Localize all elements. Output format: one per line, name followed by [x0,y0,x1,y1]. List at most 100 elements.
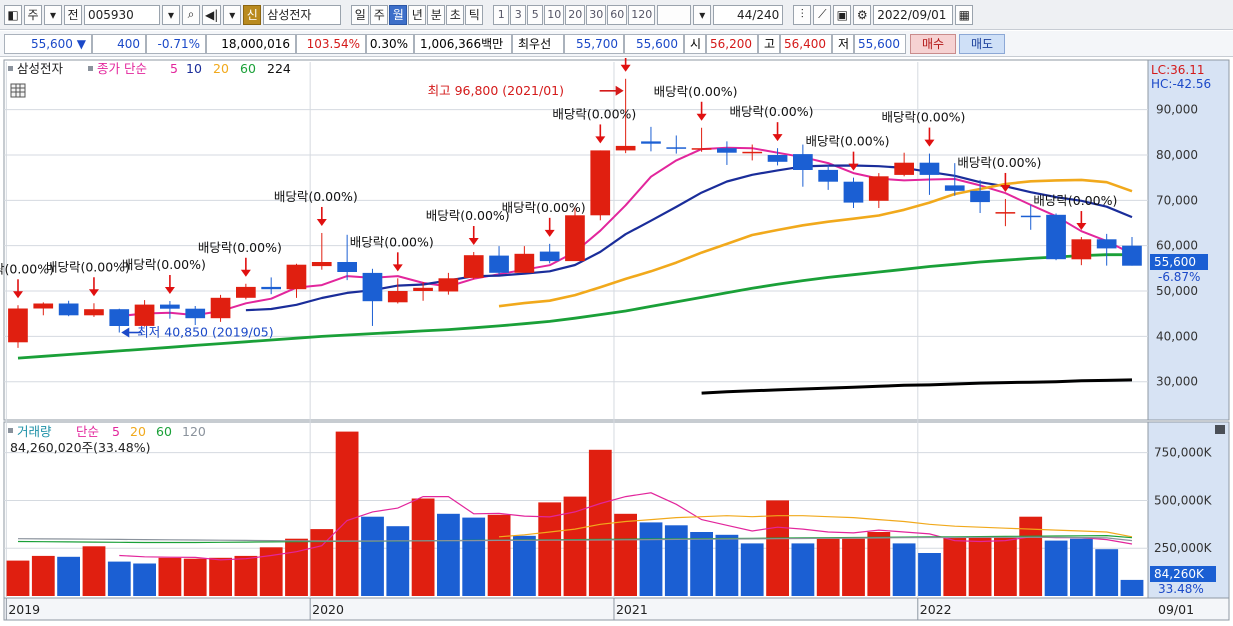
price-tick-label: 60,000 [1156,239,1198,253]
best-bid: 55,600 [624,33,684,54]
candle-body [868,176,889,201]
candle-body [160,304,180,309]
volume-bar [209,557,232,596]
period-tab-2[interactable]: 월 [389,4,408,25]
volume-bar [361,516,384,596]
market-type-select[interactable]: 주 [24,4,42,25]
candle-body [742,151,763,154]
chevron-down-icon[interactable]: ▾ [162,4,180,25]
dividend-label: 배당락(0.00%) [957,155,1041,170]
interval-button-10[interactable]: 10 [544,4,565,25]
search-icon[interactable]: ⌕ [182,4,200,25]
legend-ma20: 20 [213,61,229,76]
interval-button-5[interactable]: 5 [527,4,544,25]
candle-body [33,303,54,309]
current-volume-label: 84,260K [1154,567,1205,581]
period-tab-5[interactable]: 초 [446,4,465,25]
dividend-label: 배당락(0.00%) [426,208,510,223]
turnover-rate: 0.30% [366,33,414,54]
price-tick-label: 70,000 [1156,193,1198,207]
volume-bar [437,513,460,596]
volume-bar [462,517,486,596]
volume-bar [892,543,916,596]
volume-bar [867,532,891,596]
low-label: 저 [832,33,854,54]
sell-button[interactable]: 매도 [959,33,1005,54]
data-count-field[interactable]: 44/240 [713,4,784,25]
volume-tick-label: 250,000K [1154,541,1213,555]
candle-icon[interactable]: ⫶ [793,4,812,25]
candle-body [362,272,383,302]
legend-volume-name: 거래량 [17,424,52,439]
dividend-label: 배당락(0.00%) [806,134,890,149]
dividend-label: 배당락(0.00%) [198,240,282,255]
volume-bar [234,555,258,596]
low-value: 55,600 [854,33,906,54]
period-tab-6[interactable]: 틱 [465,4,484,25]
volume-bar [82,546,106,596]
speaker-icon[interactable]: ◀| [202,4,222,25]
x-axis-label-current: 09/01 [1158,602,1194,617]
high-annotation: 최고 96,800 (2021/01) [428,83,564,98]
credit-badge: 신 [243,4,262,25]
volume-bar [310,529,334,596]
price-tick-label: 50,000 [1156,284,1198,298]
current-price: 55,600 ▼ [4,33,92,54]
candle-body [514,253,535,273]
volume-value: 18,000,016 [206,33,296,54]
interval-button-1[interactable]: 1 [493,4,510,25]
period-tab-1[interactable]: 주 [370,4,389,25]
date-field[interactable]: 2022/09/01 [873,4,954,25]
candle-body [641,141,661,144]
gear-icon[interactable]: ⚙ [853,4,872,25]
volume-bar [487,514,511,596]
calendar-icon[interactable]: ▦ [955,4,974,25]
stock-chart[interactable]: 30,000 40,000 50,000 60,000 70,000 80,000 90,0… [0,58,1233,626]
volume-bar [1120,579,1144,596]
interval-select[interactable] [657,4,692,25]
chevron-down-icon[interactable]: ▾ [693,4,712,25]
change-value: 400 [92,33,146,54]
candle-body [210,297,231,319]
x-axis-label: 2022 [920,602,952,617]
volume-value-text: 84,260,020주(33.48%) [10,440,151,455]
chart-toolbar: ◧ 주 ▾ 전 005930 ▾ ⌕ ◀| ▾ 신 삼성전자 일주월년분초틱 1… [0,0,1233,30]
buy-button[interactable]: 매수 [910,33,956,54]
volume-bar [690,532,713,596]
interval-button-20[interactable]: 20 [565,4,586,25]
period-tab-0[interactable]: 일 [351,4,370,25]
period-tab-4[interactable]: 분 [427,4,446,25]
candle-body [767,155,788,162]
window-icon[interactable]: ◧ [4,4,22,25]
candle-body [261,286,281,290]
period-tab-3[interactable]: 년 [408,4,427,25]
all-button[interactable]: 전 [64,4,82,25]
trendline-icon[interactable]: ⟋ [813,4,832,25]
stock-name-field[interactable]: 삼성전자 [263,4,342,25]
table-icon[interactable] [10,83,26,98]
interval-button-60[interactable]: 60 [607,4,628,25]
price-tick-label: 80,000 [1156,148,1198,162]
volume-bar [31,555,55,596]
chevron-down-icon[interactable]: ▾ [223,4,242,25]
save-icon[interactable]: ▣ [833,4,852,25]
stock-code-input[interactable]: 005930 [84,4,160,25]
volume-ratio: 103.54% [296,33,366,54]
x-axis-label: 2020 [312,602,344,617]
chevron-down-icon[interactable]: ▾ [44,4,62,25]
count-total: /240 [752,7,780,22]
candle-body [717,148,737,153]
candle-body [919,162,940,175]
interval-button-3[interactable]: 3 [510,4,527,25]
volume-bar [335,431,359,596]
collapse-icon[interactable] [1215,425,1225,434]
volume-tick-label: 500,000K [1154,493,1213,507]
candle-body [793,154,813,170]
volume-bar [639,522,663,596]
price-tick-label: 40,000 [1156,329,1198,343]
interval-button-120[interactable]: 120 [628,4,656,25]
x-axis-label: 2019 [8,602,40,617]
interval-button-30[interactable]: 30 [586,4,607,25]
dividend-label: 배당락(0.00%) [654,84,738,99]
current-price-tag: 55,600 -6.87% [1150,254,1208,284]
